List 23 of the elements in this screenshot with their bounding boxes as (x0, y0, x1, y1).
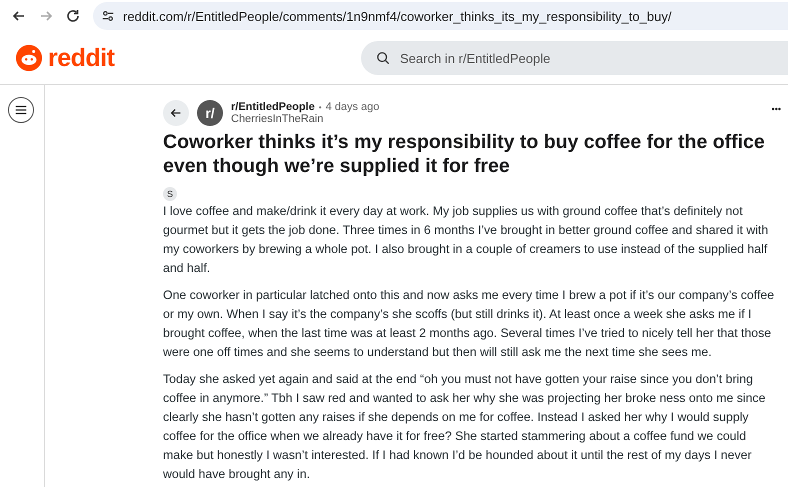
menu-icon (14, 103, 28, 117)
site-settings-icon[interactable] (101, 9, 115, 23)
more-options-button[interactable]: ••• (772, 104, 781, 114)
back-button[interactable] (163, 100, 189, 126)
subreddit-link[interactable]: r/EntitledPeople (231, 101, 315, 113)
flair-badge: S (163, 187, 177, 201)
reload-icon[interactable] (65, 8, 81, 24)
alien-mascot-icon[interactable] (15, 44, 43, 72)
post-title: Coworker thinks it’s my responsibility to buy coffee for the office even though we’re supplied it for free (163, 130, 766, 178)
author-name[interactable]: CherriesInTheRain (231, 113, 380, 125)
search-field[interactable]: Search in r/EntitledPeople (361, 41, 788, 75)
post-paragraph: I love coffee and make/drink it every day at work. My job supplies us with ground coffee that’s definitely not gourmet but it gets the job done. Three times in 6 months I’ve brought in better ground coffee and shared it with my coworkers by brewing a whole pot. I also brought in a couple of creamers to use instead of the supplied half and half. (163, 203, 770, 277)
address-bar[interactable]: reddit.com/r/EntitledPeople/comments/1n9nmf4/coworker_thinks_its_my_responsibility_to_buy/ (93, 2, 788, 30)
search-icon (376, 51, 390, 65)
back-arrow-icon (169, 106, 183, 120)
post-paragraph: Today she asked yet again and said at the end “oh you must not have gotten your raise since you don’t bring coffee in anymore.” Tbh I saw red and wanted to ask her why she was projecting her broke ness onto me since clearly she hasn’t gotten any raises if she depends on me for coffee. Instead I asked her why I would supply coffee for the office when we already have it for free? She started stammering about a coffee fund we could make but honestly I wasn’t interested. If I had known I’d be hounded about it until the rest of my days I never would have brought any in. (163, 371, 766, 483)
subreddit-avatar[interactable]: r/ (197, 100, 223, 126)
separator-dot: • (318, 102, 322, 112)
search-input[interactable]: Search in r/EntitledPeople (398, 50, 702, 66)
menu-button[interactable] (8, 97, 34, 123)
url-text: reddit.com/r/EntitledPeople/comments/1n9nmf4/coworker_thinks_its_my_responsibility_to_buy/ (123, 8, 672, 24)
post-time: 4 days ago (326, 101, 380, 113)
post-paragraph: One coworker in particular latched onto this and now asks me every time I brew a pot if it’s our company’s coffee or my own. When I say it’s the company’s she scoffs (but still drinks it). At least once a week she asks me if I brought coffee, when the last time was at least 2 months ago. Several times I’ve tried to nicely tell her that those were one off times and she seems to understand but then will still ask me the next time she sees me. (163, 287, 775, 361)
